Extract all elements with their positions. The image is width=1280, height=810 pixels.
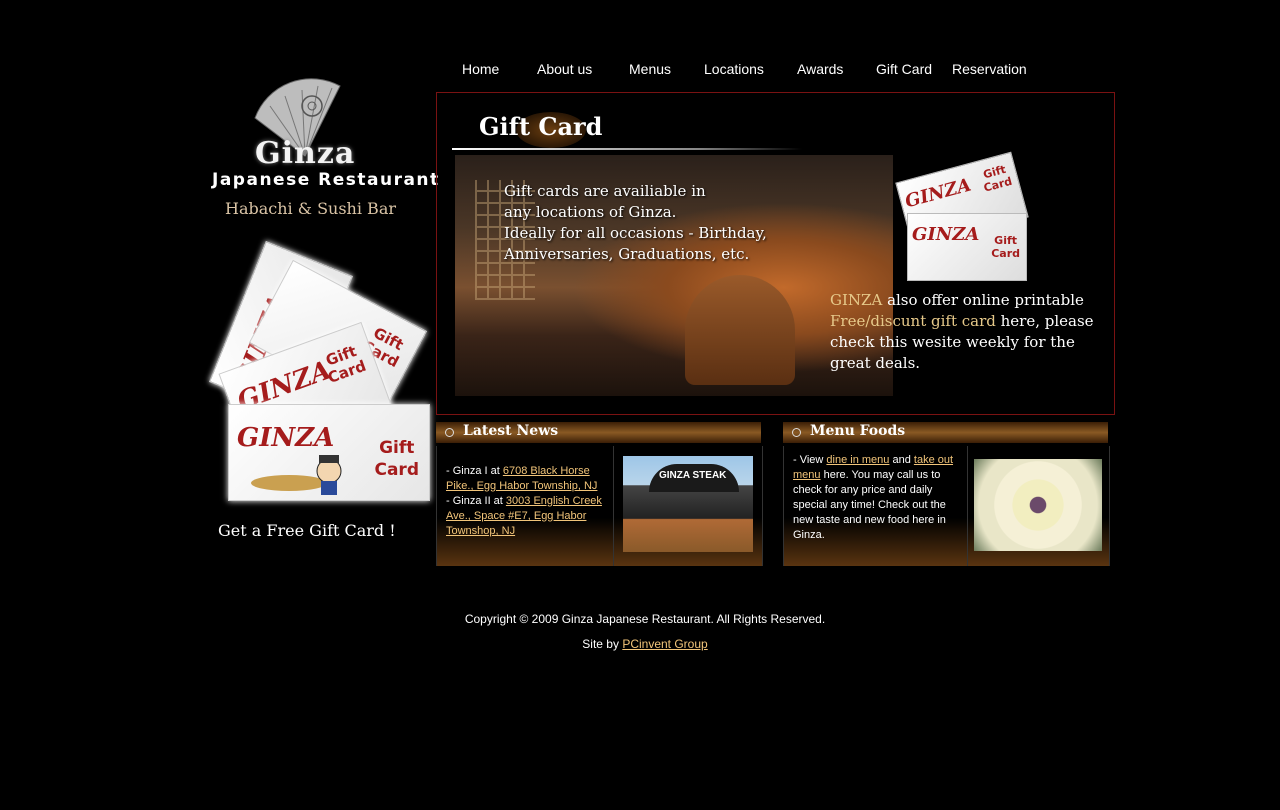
- copyright: Copyright © 2009 Ginza Japanese Restaura…: [464, 612, 826, 626]
- online-offer-text: GINZA also offer online printable Free/d…: [830, 291, 1094, 372]
- nav-gift-card[interactable]: Gift Card: [876, 61, 932, 77]
- gift-card-description: Gift cards are availiable in any locatio…: [504, 182, 767, 263]
- menu-foods-text: - View dine in menu and take out menu he…: [793, 454, 954, 541]
- title-divider: [452, 148, 802, 150]
- news-list: - Ginza I at 6708 Black Horse Pike., Egg…: [446, 465, 602, 537]
- host-counter: [685, 275, 795, 385]
- nav-reservation[interactable]: Reservation: [952, 61, 1027, 77]
- mini-gift-card-image: GINZA Gift Card: [907, 213, 1027, 281]
- ginza-steak-photo[interactable]: GINZA STEAK: [623, 456, 753, 552]
- menu-foods-box: - View dine in menu and take out menu he…: [783, 446, 1110, 566]
- free-gift-card-offer-link[interactable]: Free/discunt gift card: [830, 312, 996, 330]
- chef-mascot-icon: [251, 455, 342, 495]
- nav-about-us[interactable]: About us: [537, 61, 592, 77]
- site-credit: Site by PCinvent Group: [582, 637, 708, 651]
- bullet-icon: [792, 428, 801, 437]
- nav-locations[interactable]: Locations: [704, 61, 764, 77]
- latest-news-header: Latest News: [436, 422, 761, 443]
- divider: [613, 446, 614, 566]
- brand-subtitle: Japanese Restaurant: [212, 170, 440, 190]
- latest-news-box: - Ginza I at 6708 Black Horse Pike., Egg…: [436, 446, 763, 566]
- bullet-icon: [445, 428, 454, 437]
- brand-name: Ginza: [255, 136, 356, 171]
- menu-foods-header: Menu Foods: [783, 422, 1108, 443]
- nav-menus[interactable]: Menus: [629, 61, 671, 77]
- brand-tagline: Habachi & Sushi Bar: [225, 199, 396, 218]
- divider: [967, 446, 968, 566]
- gift-card-image: GINZA Gift Card: [228, 404, 430, 501]
- nav-awards[interactable]: Awards: [797, 61, 843, 77]
- nav-home[interactable]: Home: [462, 61, 499, 77]
- free-gift-card-link[interactable]: Get a Free Gift Card !: [218, 521, 396, 540]
- dine-in-menu-link[interactable]: dine in menu: [826, 454, 889, 466]
- page-title: Gift Card: [479, 112, 603, 141]
- sushi-platter-photo[interactable]: [974, 459, 1102, 551]
- pcinvent-link[interactable]: PCinvent Group: [622, 637, 707, 651]
